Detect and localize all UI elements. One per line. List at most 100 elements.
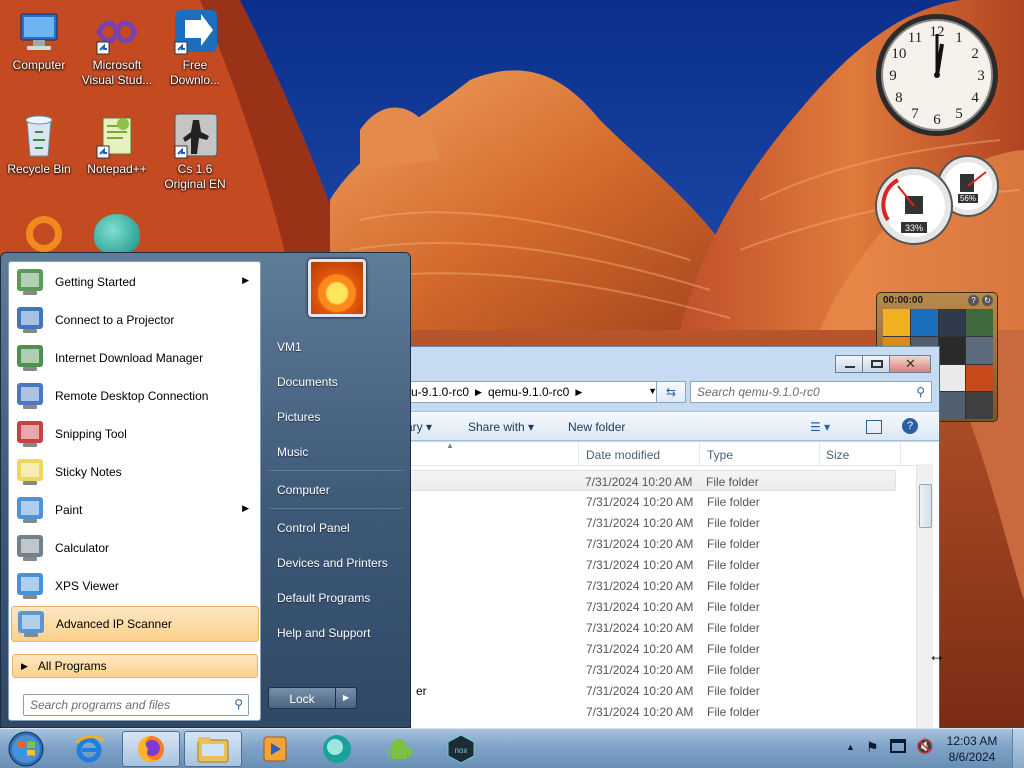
search-icon[interactable]: ⚲: [916, 385, 925, 399]
row-type: File folder: [707, 705, 760, 719]
table-row[interactable]: 7/31/2024 10:20 AM File folder: [406, 575, 916, 596]
desktop-icon-recycle-bin[interactable]: Recycle Bin: [0, 112, 78, 177]
table-row[interactable]: 7/31/2024 10:20 AM File folder: [406, 617, 916, 638]
partial-desktop-icon[interactable]: [26, 216, 62, 252]
search-input[interactable]: Search qemu-9.1.0-rc0 ⚲: [690, 381, 932, 403]
start-program-label: Paint: [55, 503, 83, 517]
table-row[interactable]: 7/31/2024 10:20 AM File folder: [406, 701, 916, 722]
show-desktop-button[interactable]: [1012, 729, 1024, 768]
taskbar-nox[interactable]: nox: [432, 731, 490, 767]
start-program-item[interactable]: Getting Started ▶: [11, 264, 259, 300]
taskbar-android[interactable]: [370, 731, 428, 767]
start-program-item[interactable]: Internet Download Manager: [11, 340, 259, 376]
lock-button[interactable]: Lock: [268, 687, 336, 709]
breadcrumb-current[interactable]: qemu-9.1.0-rc0: [488, 385, 569, 399]
table-row[interactable]: 7/31/2024 10:20 AM File folder: [406, 554, 916, 575]
desktop-icon-notepadpp[interactable]: Notepad++: [78, 112, 156, 177]
app-teal-icon: [323, 735, 351, 763]
column-size[interactable]: Size: [826, 448, 849, 462]
start-program-item[interactable]: Snipping Tool: [11, 416, 259, 452]
taskbar-media-player[interactable]: [246, 731, 304, 767]
start-link-music[interactable]: Music: [267, 438, 403, 466]
clock-numeral: 7: [911, 106, 919, 122]
start-link-computer[interactable]: Computer: [267, 476, 403, 504]
start-program-item[interactable]: Remote Desktop Connection: [11, 378, 259, 414]
network-icon[interactable]: [890, 739, 906, 753]
breadcrumb-arrow-icon[interactable]: ▶: [575, 387, 582, 398]
start-link-devices-printers[interactable]: Devices and Printers: [267, 549, 403, 577]
desktop-icon-visual-studio[interactable]: Microsoft Visual Stud...: [78, 8, 156, 88]
submenu-arrow-icon[interactable]: ▶: [242, 503, 249, 514]
vertical-scrollbar[interactable]: [916, 464, 933, 728]
computer-icon: [15, 8, 63, 56]
explorer-window[interactable]: ✕ u-9.1.0-rc0 ▶ qemu-9.1.0-rc0 ▶ ▼ ⇆ Sea…: [405, 346, 940, 728]
puzzle-timer: 00:00:00: [883, 295, 924, 306]
start-program-item[interactable]: Paint ▶: [11, 492, 259, 528]
table-row[interactable]: 7/31/2024 10:20 AM File folder: [406, 533, 916, 554]
table-row[interactable]: 7/31/2024 10:20 AM File folder: [406, 470, 896, 491]
new-folder-button[interactable]: New folder: [568, 420, 625, 434]
start-link-documents[interactable]: Documents: [267, 368, 403, 396]
column-type[interactable]: Type: [707, 448, 733, 462]
start-program-item[interactable]: Sticky Notes: [11, 454, 259, 490]
maximize-icon: [871, 360, 883, 368]
search-programs-input[interactable]: Search programs and files ⚲: [23, 694, 249, 716]
system-clock[interactable]: 12:03 AM 8/6/2024: [932, 733, 1012, 765]
table-row[interactable]: 7/31/2024 10:20 AM File folder: [406, 512, 916, 533]
preview-pane-button[interactable]: [866, 420, 882, 434]
taskbar-firefox[interactable]: [122, 731, 180, 767]
row-date: 7/31/2024 10:20 AM: [586, 579, 694, 593]
start-link-help-support[interactable]: Help and Support: [267, 619, 403, 647]
start-link-user[interactable]: VM1: [267, 333, 403, 361]
column-date-modified[interactable]: Date modified: [586, 448, 660, 462]
start-program-item[interactable]: XPS Viewer: [11, 568, 259, 604]
start-link-control-panel[interactable]: Control Panel: [267, 514, 403, 542]
table-row[interactable]: 7/31/2024 10:20 AM File folder: [406, 596, 916, 617]
start-link-default-programs[interactable]: Default Programs: [267, 584, 403, 612]
action-center-flag-icon[interactable]: ⚑: [866, 739, 879, 756]
table-row[interactable]: 7/31/2024 10:20 AM File folder: [406, 491, 916, 512]
taskbar-internet-explorer[interactable]: [60, 731, 118, 767]
clock-numeral: 4: [971, 90, 979, 106]
table-row[interactable]: er 7/31/2024 10:20 AM File folder: [406, 680, 916, 701]
share-with-button[interactable]: Share with ▾: [468, 420, 534, 434]
start-button[interactable]: [6, 730, 46, 768]
refresh-button[interactable]: ⇆: [656, 381, 686, 403]
table-row[interactable]: 7/31/2024 10:20 AM File folder: [406, 638, 916, 659]
change-view-button[interactable]: ☰ ▾: [810, 420, 830, 434]
scrollbar-thumb[interactable]: [919, 484, 932, 528]
file-list[interactable]: ▲ Date modified Type Size 7/31/2024 10:2…: [406, 442, 939, 728]
taskbar-app-teal[interactable]: [308, 731, 366, 767]
help-icon[interactable]: ?: [968, 295, 979, 306]
desktop-icon-cs16[interactable]: Cs 1.6 Original EN: [156, 112, 234, 192]
start-program-item[interactable]: Connect to a Projector: [11, 302, 259, 338]
start-program-item[interactable]: Advanced IP Scanner: [11, 606, 259, 642]
refresh-icon[interactable]: ↻: [982, 295, 993, 306]
show-hidden-icons-icon[interactable]: ▲: [846, 742, 855, 752]
clock-gadget[interactable]: 12 1 2 3 4 5 6 7 8 9 10 11: [874, 12, 1000, 138]
breadcrumb-parent[interactable]: u-9.1.0-rc0: [411, 385, 469, 399]
volume-muted-icon[interactable]: 🔇: [916, 738, 933, 755]
close-button[interactable]: ✕: [889, 355, 931, 373]
desktop-icon-free-download[interactable]: Free Downlo...: [156, 8, 234, 88]
power-options-arrow-icon[interactable]: ▶: [335, 687, 357, 709]
address-bar[interactable]: u-9.1.0-rc0 ▶ qemu-9.1.0-rc0 ▶ ▼: [406, 381, 664, 403]
start-program-item[interactable]: Calculator: [11, 530, 259, 566]
desktop-icon-computer[interactable]: Computer: [0, 8, 78, 73]
user-picture[interactable]: [308, 259, 366, 317]
getting-started-icon: [13, 265, 47, 299]
partial-desktop-icon[interactable]: [94, 214, 140, 254]
all-programs-button[interactable]: ▶ All Programs: [12, 654, 258, 678]
table-row[interactable]: 7/31/2024 10:20 AM File folder: [406, 659, 916, 680]
help-button[interactable]: ?: [902, 418, 918, 434]
submenu-arrow-icon[interactable]: ▶: [242, 275, 249, 286]
row-date: 7/31/2024 10:20 AM: [586, 642, 694, 656]
search-placeholder: Search programs and files: [30, 698, 171, 712]
start-link-pictures[interactable]: Pictures: [267, 403, 403, 431]
breadcrumb-arrow-icon[interactable]: ▶: [475, 387, 482, 398]
minimize-button[interactable]: [835, 355, 863, 373]
taskbar-windows-explorer[interactable]: [184, 731, 242, 767]
search-icon[interactable]: ⚲: [234, 697, 243, 711]
maximize-button[interactable]: [862, 355, 890, 373]
cpu-meter-gadget[interactable]: 56% 33%: [872, 150, 1002, 246]
